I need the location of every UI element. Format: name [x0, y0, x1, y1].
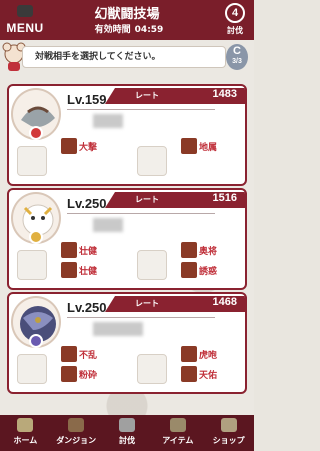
skill-book-icon — [61, 366, 77, 382]
skill-name: 粉砕 — [78, 367, 99, 381]
hunt-label: 討伐 — [227, 26, 243, 35]
skill-name: 壮健 — [78, 243, 99, 257]
skill-item: 不乱 — [61, 346, 99, 362]
armor-slot-icon — [137, 250, 167, 280]
skill-name: 壮健 — [78, 263, 99, 277]
attribute-badge-icon — [29, 126, 43, 140]
opponent-level: Lv.250 — [67, 300, 107, 315]
armor-slot-icon — [137, 146, 167, 176]
rate-value: 1483 — [212, 88, 237, 100]
rate-label: レート — [135, 299, 159, 308]
bottom-nav: ホーム ダンジョン 討伐 アイテム ショップ — [0, 415, 254, 451]
rate-label: レート — [135, 195, 159, 204]
shop-icon — [220, 418, 237, 432]
equipment-row: 壮健 壮健 奥将 誘惑 — [15, 242, 243, 282]
skill-item: 誘惑 — [181, 262, 219, 278]
reload-count: 3/3 — [232, 58, 242, 65]
rate-label: レート — [135, 91, 159, 100]
divider — [67, 317, 215, 318]
skill-book-icon — [61, 262, 77, 278]
skill-name: 奥将 — [198, 243, 219, 257]
divider — [67, 109, 215, 110]
timer-label: 有効時間 — [94, 25, 131, 35]
timer: 有効時間 04:59 — [60, 22, 194, 35]
sword-icon — [118, 418, 135, 432]
rate-band: レート 1516 — [105, 192, 245, 208]
opponent-name-redacted — [93, 322, 143, 336]
equipment-row: 大撃 地属 — [15, 138, 243, 178]
gear-icon — [17, 5, 33, 17]
armor-slot-icon — [137, 354, 167, 384]
opponent-card[interactable]: レート 1468 Lv.250 不乱 粉砕 虎咆 天佑 — [7, 292, 247, 394]
home-icon — [17, 418, 34, 432]
menu-button[interactable]: MENU — [3, 2, 47, 38]
nav-shop[interactable]: ショップ — [203, 415, 254, 451]
skill-name: 不乱 — [78, 347, 99, 361]
skill-name: 地属 — [198, 139, 219, 153]
skill-item: 壮健 — [61, 262, 99, 278]
page-title: 幻獣闘技場 — [94, 7, 160, 22]
skill-name: 誘惑 — [198, 263, 219, 277]
skill-item: 虎咆 — [181, 346, 219, 362]
hunt-count-button[interactable]: 4 討伐 — [220, 3, 250, 37]
skill-item: 奥将 — [181, 242, 219, 258]
attribute-badge-icon — [29, 230, 43, 244]
skill-book-icon — [61, 138, 77, 154]
opponent-level: Lv.159 — [67, 92, 107, 107]
opponent-card[interactable]: レート 1483 Lv.159 大撃 地属 — [7, 84, 247, 186]
divider — [67, 213, 215, 214]
opponent-name-redacted — [93, 114, 123, 128]
skill-item: 壮健 — [61, 242, 99, 258]
nav-label: 討伐 — [118, 436, 135, 445]
skill-name: 天佑 — [198, 367, 219, 381]
timer-value: 04:59 — [134, 25, 164, 35]
attribute-badge-icon — [29, 334, 43, 348]
skill-item: 天佑 — [181, 366, 219, 382]
hunt-count: 4 — [225, 3, 245, 23]
skill-item: 大撃 — [61, 138, 99, 154]
skill-item: 粉砕 — [61, 366, 99, 382]
weapon-slot-icon — [17, 354, 47, 384]
skill-book-icon — [181, 346, 197, 362]
nav-label: ダンジョン — [56, 436, 97, 445]
nav-home[interactable]: ホーム — [0, 415, 51, 451]
bag-icon — [169, 418, 186, 432]
dungeon-icon — [68, 418, 85, 432]
nav-hunt[interactable]: 討伐 — [102, 415, 153, 451]
rate-band: レート 1468 — [105, 296, 245, 312]
equipment-row: 不乱 粉砕 虎咆 天佑 — [15, 346, 243, 386]
skill-book-icon — [181, 366, 197, 382]
menu-label: MENU — [6, 21, 44, 35]
skill-book-icon — [181, 138, 197, 154]
nav-items[interactable]: アイテム — [152, 415, 203, 451]
skill-book-icon — [181, 242, 197, 258]
rate-band: レート 1483 — [105, 88, 245, 104]
skill-name: 虎咆 — [198, 347, 219, 361]
opponent-level: Lv.250 — [67, 196, 107, 211]
opponent-name-redacted — [93, 218, 123, 232]
weapon-slot-icon — [17, 250, 47, 280]
nav-label: ホーム — [13, 436, 38, 445]
skill-book-icon — [181, 262, 197, 278]
skill-name: 大撃 — [78, 139, 99, 153]
nav-label: アイテム — [162, 436, 194, 445]
rate-value: 1516 — [212, 192, 237, 204]
header-bar: MENU 幻獣闘技場 有効時間 04:59 4 討伐 — [0, 0, 254, 40]
reload-icon: C — [233, 45, 241, 57]
weapon-slot-icon — [17, 146, 47, 176]
reload-opponents-button[interactable]: C 3/3 — [226, 44, 248, 70]
skill-book-icon — [61, 242, 77, 258]
nav-label: ショップ — [212, 436, 245, 445]
opponent-card[interactable]: レート 1516 Lv.250 壮健 壮健 奥将 誘惑 — [7, 188, 247, 290]
select-opponent-prompt: 対戦相手を選択してください。 — [22, 46, 226, 68]
rate-value: 1468 — [212, 296, 237, 308]
skill-book-icon — [61, 346, 77, 362]
nav-dungeon[interactable]: ダンジョン — [51, 415, 102, 451]
skill-item: 地属 — [181, 138, 219, 154]
